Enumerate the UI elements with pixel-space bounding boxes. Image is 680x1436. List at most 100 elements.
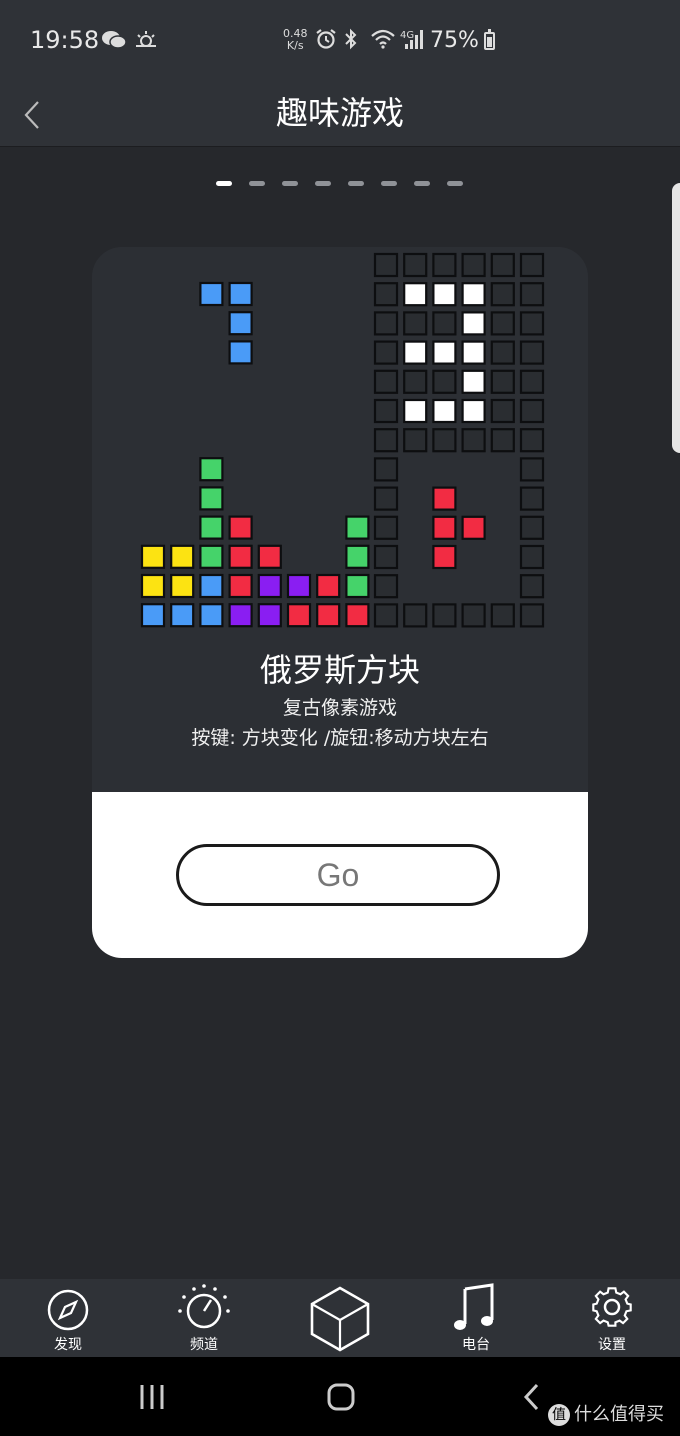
go-button[interactable]: Go	[176, 844, 500, 906]
tetris-block	[199, 457, 224, 482]
tetris-block	[170, 544, 195, 569]
recent-apps-icon	[140, 1385, 164, 1409]
alarm-icon	[315, 28, 337, 55]
grid-cell	[373, 252, 399, 278]
wifi-icon	[370, 28, 396, 55]
music-note-icon	[454, 1283, 494, 1330]
tetris-block	[170, 573, 195, 599]
grid-cell	[519, 457, 545, 482]
grid-cell	[461, 428, 486, 453]
tetris-block	[228, 281, 253, 307]
grid-cell	[519, 311, 545, 336]
game-card: 俄罗斯方块 复古像素游戏 按键: 方块变化 /旋钮:移动方块左右 Go	[92, 247, 588, 958]
grid-cell	[490, 311, 515, 336]
page-dot	[315, 181, 331, 186]
tetris-block	[228, 515, 253, 540]
grid-cell	[519, 398, 545, 424]
display-block	[461, 515, 486, 540]
tetris-block	[345, 603, 370, 628]
grid-cell	[519, 252, 545, 278]
tetris-block	[199, 486, 224, 511]
grid-cell	[432, 252, 457, 278]
display-block	[461, 282, 486, 307]
display-block	[432, 544, 457, 570]
bottom-nav: 发现 频道 电台 设置	[0, 1279, 680, 1357]
network-speed: 0.48 K/s	[283, 28, 308, 52]
grid-cell	[432, 311, 457, 336]
nav-label-settings: 设置	[598, 1337, 626, 1353]
tetris-block	[199, 281, 224, 307]
recent-apps-button[interactable]	[130, 1375, 174, 1419]
grid-cell	[373, 457, 399, 482]
grid-cell	[519, 282, 545, 307]
grid-cell	[403, 252, 428, 278]
tetris-block	[316, 603, 341, 628]
watermark: 值什么值得买	[548, 1400, 664, 1426]
tetris-block	[316, 573, 341, 599]
nav-item-radio[interactable]: 电台	[421, 1279, 531, 1357]
tetris-block	[257, 544, 282, 569]
grid-cell	[519, 574, 545, 599]
page-indicator	[216, 181, 463, 187]
grid-cell	[373, 515, 399, 540]
grid-cell	[519, 486, 545, 511]
grid-cell	[432, 369, 457, 394]
tetris-block	[345, 544, 370, 569]
nav-item-discover[interactable]: 发现	[13, 1279, 123, 1357]
page-dot	[249, 181, 265, 186]
tetris-block	[228, 311, 253, 336]
grid-cell	[461, 603, 486, 628]
watermark-badge: 值	[548, 1404, 570, 1426]
display-block	[461, 398, 486, 424]
display-block	[461, 311, 486, 336]
gear-icon	[592, 1287, 632, 1327]
grid-cell	[373, 603, 399, 628]
grid-cell	[373, 428, 399, 453]
display-block	[461, 369, 486, 394]
tetris-block	[228, 340, 253, 365]
display-block	[403, 398, 428, 424]
display-block	[432, 398, 457, 424]
grid-cell	[432, 428, 457, 453]
tetris-block	[286, 573, 312, 599]
nav-label-channel: 频道	[190, 1337, 218, 1353]
grid-cell	[490, 428, 515, 453]
tetris-block	[199, 515, 224, 540]
grid-cell	[461, 252, 486, 278]
page-dot	[282, 181, 298, 186]
tetris-block	[228, 544, 253, 569]
nav-item-channel[interactable]: 频道	[149, 1279, 259, 1357]
bluetooth-icon	[343, 28, 359, 55]
nav-item-settings[interactable]: 设置	[557, 1279, 667, 1357]
weather-icon	[133, 28, 159, 57]
scroll-indicator	[672, 183, 680, 453]
grid-cell	[373, 311, 399, 336]
grid-cell	[373, 398, 399, 424]
watermark-text: 什么值得买	[574, 1404, 664, 1425]
game-subtitle: 复古像素游戏	[282, 697, 397, 719]
grid-cell	[490, 603, 515, 628]
grid-cell	[403, 603, 428, 628]
home-button[interactable]	[319, 1375, 363, 1419]
tetris-block	[345, 573, 370, 599]
tetris-block	[140, 603, 166, 628]
grid-cell	[432, 603, 457, 628]
grid-cell	[373, 340, 399, 365]
tetris-block	[199, 603, 224, 628]
page-title: 趣味游戏	[275, 94, 404, 132]
grid-cell	[519, 515, 545, 540]
nav-item-cube[interactable]	[285, 1279, 395, 1357]
battery-percent: 75%	[430, 28, 479, 53]
grid-cell	[373, 486, 399, 511]
tetris-block	[228, 573, 253, 599]
status-time: 19:58	[30, 26, 100, 54]
title-bar: 趣味游戏	[0, 80, 680, 147]
tetris-block	[199, 544, 224, 569]
tetris-block	[257, 603, 282, 628]
grid-cell	[490, 252, 515, 278]
display-block	[432, 515, 457, 540]
grid-cell	[373, 369, 399, 394]
tetris-illustration	[140, 252, 545, 628]
grid-cell	[519, 428, 545, 453]
grid-cell	[519, 544, 545, 570]
